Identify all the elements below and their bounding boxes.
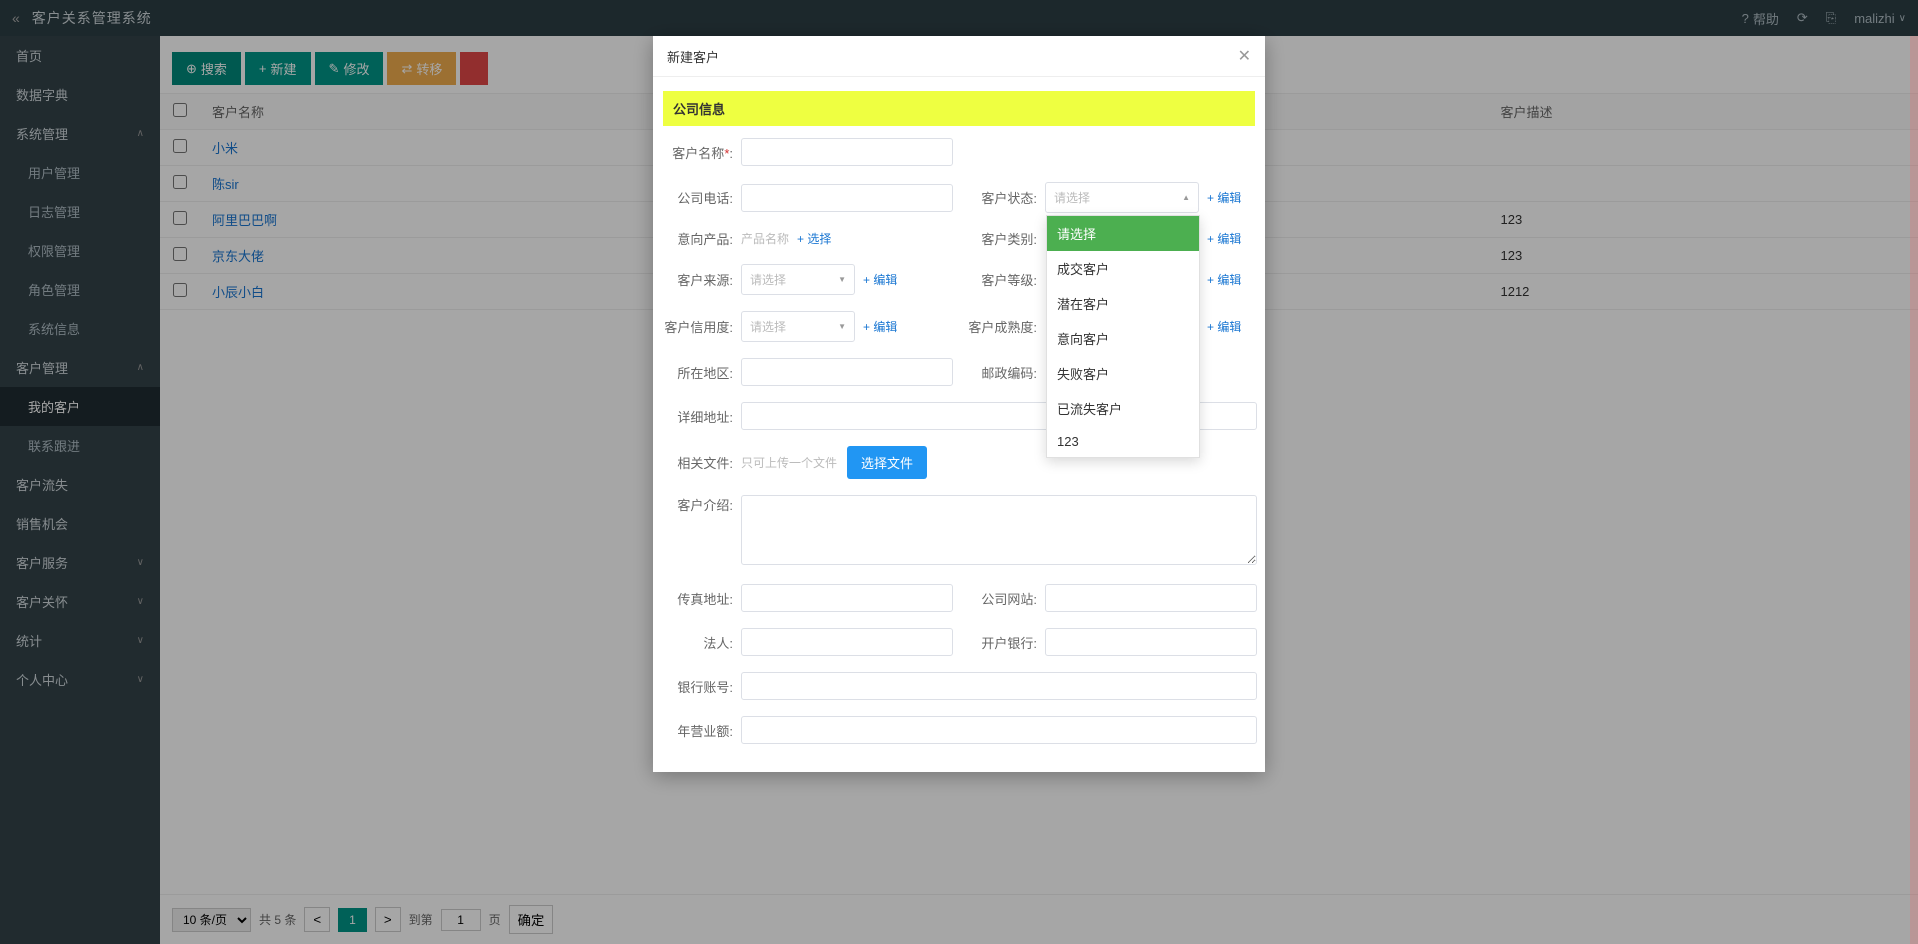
label-customer-maturity: 客户成熟度: <box>965 317 1045 336</box>
fax-input[interactable] <box>741 584 953 612</box>
label-customer-credit: 客户信用度: <box>661 317 741 336</box>
customer-credit-select[interactable]: 请选择▼ <box>741 311 855 342</box>
label-detail-address: 详细地址: <box>661 407 741 426</box>
product-name-placeholder: 产品名称 <box>741 230 789 247</box>
modal-title: 新建客户 <box>667 47 719 66</box>
legal-person-input[interactable] <box>741 628 953 656</box>
label-annual-revenue: 年营业额: <box>661 721 741 740</box>
modal-overlay: 新建客户 ✕ 公司信息 客户名称*: 公司电话: 客户状态: <box>0 0 1918 944</box>
dropdown-option[interactable]: 已流失客户 <box>1047 391 1199 426</box>
dropdown-option[interactable]: 失败客户 <box>1047 356 1199 391</box>
bank-account-input[interactable] <box>741 672 1257 700</box>
section-company-info: 公司信息 <box>663 91 1255 126</box>
edit-category-link[interactable]: + 编辑 <box>1207 230 1241 247</box>
annual-revenue-input[interactable] <box>741 716 1257 744</box>
label-customer-level: 客户等级: <box>965 270 1045 289</box>
label-website: 公司网站: <box>965 589 1045 608</box>
customer-status-dropdown: 请选择成交客户潜在客户意向客户失败客户已流失客户123 <box>1046 215 1200 458</box>
edit-maturity-link[interactable]: + 编辑 <box>1207 318 1241 335</box>
label-fax: 传真地址: <box>661 589 741 608</box>
customer-intro-textarea[interactable] <box>741 495 1257 565</box>
label-legal-person: 法人: <box>661 633 741 652</box>
label-company-phone: 公司电话: <box>661 188 741 207</box>
new-customer-modal: 新建客户 ✕ 公司信息 客户名称*: 公司电话: 客户状态: <box>653 36 1265 772</box>
dropdown-option[interactable]: 成交客户 <box>1047 251 1199 286</box>
customer-status-select[interactable]: 请选择▲ 请选择成交客户潜在客户意向客户失败客户已流失客户123 <box>1045 182 1199 213</box>
edit-source-link[interactable]: + 编辑 <box>863 271 897 288</box>
label-bank-account: 银行账号: <box>661 677 741 696</box>
customer-source-select[interactable]: 请选择▼ <box>741 264 855 295</box>
edit-credit-link[interactable]: + 编辑 <box>863 318 897 335</box>
region-input[interactable] <box>741 358 953 386</box>
label-region: 所在地区: <box>661 363 741 382</box>
bank-input[interactable] <box>1045 628 1257 656</box>
label-customer-status: 客户状态: <box>965 188 1045 207</box>
dropdown-option[interactable]: 123 <box>1047 426 1199 457</box>
label-customer-source: 客户来源: <box>661 270 741 289</box>
label-customer-intro: 客户介绍: <box>661 495 741 514</box>
dropdown-option[interactable]: 请选择 <box>1047 216 1199 251</box>
close-icon[interactable]: ✕ <box>1238 46 1251 66</box>
select-product-link[interactable]: + 选择 <box>797 230 831 247</box>
customer-name-input[interactable] <box>741 138 953 166</box>
company-phone-input[interactable] <box>741 184 953 212</box>
dropdown-option[interactable]: 潜在客户 <box>1047 286 1199 321</box>
label-customer-category: 客户类别: <box>965 229 1045 248</box>
edit-level-link[interactable]: + 编辑 <box>1207 271 1241 288</box>
label-related-files: 相关文件: <box>661 453 741 472</box>
label-postal-code: 邮政编码: <box>965 363 1045 382</box>
label-intent-product: 意向产品: <box>661 229 741 248</box>
file-hint: 只可上传一个文件 <box>741 454 837 471</box>
label-customer-name: 客户名称*: <box>661 143 741 162</box>
select-file-button[interactable]: 选择文件 <box>847 446 927 479</box>
label-bank: 开户银行: <box>965 633 1045 652</box>
edit-status-link[interactable]: + 编辑 <box>1207 189 1241 206</box>
website-input[interactable] <box>1045 584 1257 612</box>
dropdown-option[interactable]: 意向客户 <box>1047 321 1199 356</box>
